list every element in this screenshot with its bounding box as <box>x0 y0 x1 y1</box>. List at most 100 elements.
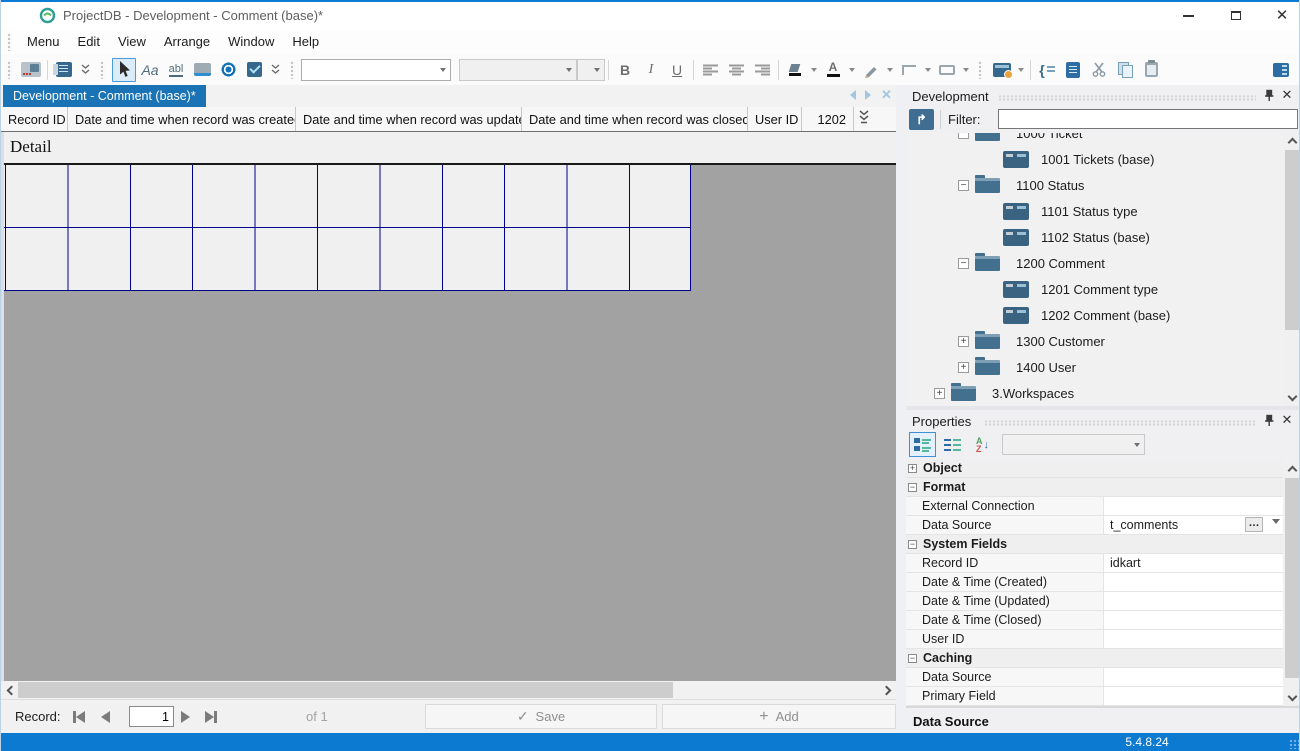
property-row[interactable]: Record ID idkart <box>906 554 1283 573</box>
menu-item-edit[interactable]: Edit <box>69 31 109 53</box>
menu-item-menu[interactable]: Menu <box>18 31 69 53</box>
property-group-row[interactable]: + Object <box>906 459 1283 478</box>
cut-button[interactable] <box>1087 58 1111 82</box>
categorized-view-button[interactable] <box>909 432 936 457</box>
toolbar-grip[interactable] <box>7 60 12 79</box>
code-button[interactable]: { <box>1035 58 1059 82</box>
property-value[interactable] <box>1104 497 1283 515</box>
copy-button[interactable] <box>1113 58 1137 82</box>
pin-icon[interactable] <box>1262 89 1276 103</box>
pin-icon[interactable] <box>1262 414 1276 428</box>
tree-item[interactable]: 1001 Tickets (base) <box>906 146 1283 172</box>
chevron-down-icon[interactable] <box>963 67 969 72</box>
expand-icon[interactable]: + <box>908 463 917 473</box>
detail-band[interactable]: Detail <box>1 132 896 163</box>
fill-color-button[interactable] <box>783 58 807 82</box>
menu-item-view[interactable]: View <box>109 31 155 53</box>
tab-scroll-left-button[interactable] <box>850 90 856 100</box>
toolbar-grip[interactable] <box>978 60 983 79</box>
column-header-4[interactable]: User ID <box>748 107 802 131</box>
add-record-button[interactable]: + Add <box>662 704 896 729</box>
underline-button[interactable]: U <box>665 58 689 82</box>
property-value[interactable] <box>1104 573 1283 591</box>
radio-tool-button[interactable] <box>216 58 240 82</box>
expand-icon[interactable]: + <box>958 361 969 373</box>
paste-button[interactable] <box>1139 58 1163 82</box>
tree-item[interactable]: +1300 Customer <box>906 328 1283 354</box>
dropdown-button[interactable] <box>1272 519 1280 524</box>
chevron-down-icon[interactable] <box>1018 67 1024 72</box>
align-center-button[interactable] <box>724 58 748 82</box>
scrollbar-thumb[interactable] <box>1285 150 1299 330</box>
tree-item[interactable]: − 1100 Status <box>906 172 1283 198</box>
property-value[interactable]: t_comments… <box>1104 516 1283 534</box>
properties-scrollbar[interactable] <box>1284 461 1299 706</box>
font-family-select[interactable] <box>301 58 451 81</box>
first-record-button[interactable] <box>73 706 85 728</box>
tree-item[interactable]: − 1200 Comment <box>906 250 1283 276</box>
property-row[interactable]: Date & Time (Updated) <box>906 592 1283 611</box>
design-grid[interactable] <box>1 165 691 291</box>
expand-icon[interactable]: + <box>958 335 969 347</box>
bold-button[interactable]: B <box>613 58 637 82</box>
save-button[interactable] <box>1061 58 1085 82</box>
border-style-button[interactable] <box>897 58 921 82</box>
previous-record-button[interactable] <box>101 706 110 728</box>
scroll-left-button[interactable] <box>1 681 18 699</box>
close-panel-button[interactable]: ✕ <box>1280 413 1294 427</box>
property-row[interactable]: Primary Field <box>906 687 1283 706</box>
sort-az-button[interactable]: A Z ↓ <box>969 432 996 457</box>
chevron-down-icon[interactable] <box>811 67 817 72</box>
toggle-panel-button[interactable] <box>1269 58 1293 82</box>
property-row[interactable]: External Connection <box>906 497 1283 516</box>
property-row[interactable]: Data Source t_comments… <box>906 516 1283 535</box>
next-record-button[interactable] <box>181 706 190 728</box>
tree-item[interactable]: +3.Workspaces <box>906 380 1283 406</box>
property-row[interactable]: User ID <box>906 630 1283 649</box>
toolbar-overflow-button[interactable] <box>271 63 280 76</box>
draw-border-button[interactable] <box>859 58 883 82</box>
property-value[interactable] <box>1104 687 1283 705</box>
toolbar-grip[interactable] <box>7 33 12 51</box>
more-fields-button[interactable] <box>858 109 870 128</box>
property-value[interactable] <box>1104 611 1283 629</box>
form-actions-button[interactable] <box>990 58 1014 82</box>
tree-item[interactable]: 1201 Comment type <box>906 276 1283 302</box>
textbox-tool-button[interactable]: abl <box>164 58 188 82</box>
menu-item-arrange[interactable]: Arrange <box>155 31 219 53</box>
toolbar-overflow-button[interactable] <box>81 63 90 76</box>
resize-grip-icon[interactable] <box>1289 739 1299 749</box>
menu-item-help[interactable]: Help <box>283 31 328 53</box>
chevron-down-icon[interactable] <box>925 67 931 72</box>
tab-development-comment[interactable]: Development - Comment (base)* <box>3 85 206 107</box>
record-number-input[interactable] <box>129 706 174 727</box>
column-header-0[interactable]: Record ID <box>1 107 68 131</box>
alphabetical-view-button[interactable] <box>939 432 966 457</box>
chevron-down-icon[interactable] <box>849 67 855 72</box>
collapse-icon[interactable]: − <box>908 482 917 492</box>
collapse-icon[interactable]: − <box>908 653 917 663</box>
horizontal-scrollbar[interactable] <box>1 681 896 699</box>
new-form-button[interactable] <box>19 58 43 82</box>
italic-button[interactable]: I <box>639 58 663 82</box>
select-tool-button[interactable] <box>112 57 136 82</box>
font-color-button[interactable]: A <box>821 58 845 82</box>
toolbar-grip[interactable] <box>290 60 295 79</box>
close-panel-button[interactable]: ✕ <box>1280 88 1294 102</box>
shape-button[interactable] <box>935 58 959 82</box>
align-right-button[interactable] <box>750 58 774 82</box>
tree-item[interactable]: 1101 Status type <box>906 198 1283 224</box>
panel-splitter[interactable] <box>896 85 906 733</box>
label-tool-button[interactable]: Aa <box>138 58 162 82</box>
column-header-1[interactable]: Date and time when record was created <box>68 107 296 131</box>
tree-item[interactable]: 1202 Comment (base) <box>906 302 1283 328</box>
form-design-surface[interactable]: Detail <box>1 131 896 682</box>
property-value[interactable] <box>1104 592 1283 610</box>
scrollbar-thumb[interactable] <box>1285 478 1299 678</box>
button-tool-button[interactable] <box>190 58 214 82</box>
ellipsis-button[interactable]: … <box>1245 517 1263 532</box>
property-value[interactable] <box>1104 668 1283 686</box>
tree-item[interactable]: +1400 User <box>906 354 1283 380</box>
chevron-down-icon[interactable] <box>887 67 893 72</box>
property-group-row[interactable]: − System Fields <box>906 535 1283 554</box>
